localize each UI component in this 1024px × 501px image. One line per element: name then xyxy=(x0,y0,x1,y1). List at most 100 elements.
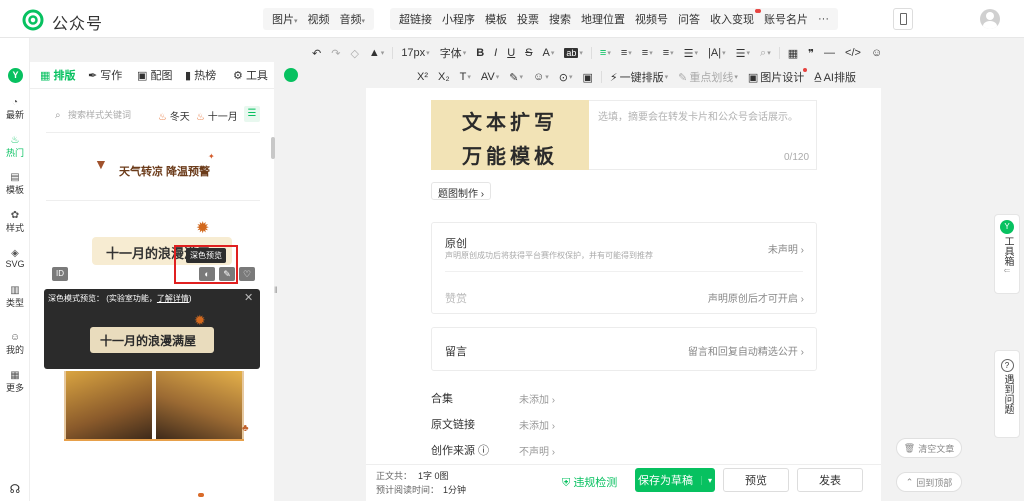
strikethrough-button[interactable]: S xyxy=(520,47,537,59)
brush-button[interactable]: ✎ ▾ xyxy=(504,71,528,84)
id-badge[interactable]: ID xyxy=(52,267,68,281)
tag-november[interactable]: ♨ 十一月 xyxy=(196,108,238,123)
divider-icon[interactable]: — xyxy=(819,47,840,59)
font-color-button[interactable]: A ▾ xyxy=(538,47,560,59)
menu-qa[interactable]: 问答 xyxy=(673,11,705,27)
save-draft-button[interactable]: 保存为草稿 ▾ xyxy=(635,468,715,492)
font-family-select[interactable]: 字体 ▾ xyxy=(435,45,472,61)
paragraph-spacing-button[interactable]: ☰ ▾ xyxy=(679,47,703,60)
avatar[interactable] xyxy=(980,9,1000,29)
publish-button[interactable]: 发表 xyxy=(797,468,863,492)
nav-svg[interactable]: ◈ SVG xyxy=(0,248,30,269)
shape-button[interactable]: ⊙ ▾ xyxy=(554,71,578,84)
nav-mine[interactable]: ☺ 我的 xyxy=(0,332,30,356)
sticker-button[interactable]: ☺ ▾ xyxy=(528,71,554,83)
table-icon[interactable]: ▦ xyxy=(783,47,803,60)
image-design-button[interactable]: ▣ 图片设计 xyxy=(743,68,809,85)
find-replace-button[interactable]: ⌕ ▾ xyxy=(755,47,776,60)
menu-search[interactable]: 搜索 xyxy=(544,11,576,27)
nav-latest[interactable]: ◔ 最新 xyxy=(0,97,30,121)
highlight-underline-button[interactable]: ✎ 重点划线 ▾ xyxy=(673,69,743,85)
style-card-3[interactable]: ♣ xyxy=(46,369,260,449)
quote-icon[interactable]: ❞ xyxy=(803,47,819,60)
emoji-icon[interactable]: ☺ xyxy=(866,47,887,59)
char-spacing-button[interactable]: AV ▾ xyxy=(476,71,504,83)
nav-style[interactable]: ✿ 样式 xyxy=(0,210,30,234)
toolbox-panel[interactable]: Y 工具箱 ⇐ xyxy=(994,214,1020,294)
eraser-icon[interactable]: ◇ xyxy=(345,47,363,60)
help-panel[interactable]: ? 遇到问题 xyxy=(994,350,1020,438)
italic-button[interactable]: I xyxy=(489,47,502,59)
undo-icon[interactable]: ↶ xyxy=(307,47,326,60)
toggle-switch[interactable] xyxy=(284,68,298,82)
menu-template[interactable]: 模板 xyxy=(480,11,512,27)
align-left-button[interactable]: ≡ ▾ xyxy=(595,47,616,59)
menu-image[interactable]: 图片▾ xyxy=(267,11,303,27)
menu-channels[interactable]: 视频号 xyxy=(630,11,673,27)
gift-icon[interactable]: ▣ xyxy=(577,71,597,84)
search-input[interactable]: 搜索样式关键词 xyxy=(68,103,168,125)
nav-template[interactable]: ▤ 模板 xyxy=(0,172,30,196)
cover-image[interactable]: 文本扩写 万能模板 xyxy=(431,100,589,170)
menu-video[interactable]: 视频 xyxy=(303,11,335,27)
field-source-value[interactable]: 不声明 › xyxy=(519,443,555,458)
nav-more[interactable]: ▦ 更多 xyxy=(0,370,30,394)
preview-button[interactable]: 预览 xyxy=(723,468,789,492)
font-size-select[interactable]: 17px ▾ xyxy=(396,47,434,59)
text-border-button[interactable]: T ▾ xyxy=(455,71,476,83)
reward-status[interactable]: 声明原创后才可开启 › xyxy=(680,290,804,305)
tab-layout[interactable]: ▦ 排版 xyxy=(40,67,75,83)
tab-tools[interactable]: ⚙ 工具 xyxy=(233,67,268,83)
headset-icon[interactable]: ☊ xyxy=(0,482,30,496)
learn-more-link[interactable]: 了解详情 xyxy=(157,294,189,303)
align-center-button[interactable]: ≡ ▾ xyxy=(616,47,637,59)
autumn-photo-2 xyxy=(156,371,244,439)
superscript-button[interactable]: X² xyxy=(412,71,433,83)
violation-check[interactable]: ⛨ 违规检测 xyxy=(562,474,617,490)
one-click-layout-button[interactable]: ⚡ 一键排版 ▾ xyxy=(605,69,673,85)
bold-button[interactable]: B xyxy=(471,47,489,59)
ai-layout-button[interactable]: A̲ AI排版 xyxy=(809,69,861,85)
clear-article-button[interactable]: 🗑 清空文章 xyxy=(896,438,962,458)
original-sub: 声明原创成功后将获得平台赛作权保护，并有可能得到推荐 xyxy=(445,251,653,260)
style-card-1[interactable]: ▼ 天气转凉 降温预警 ✦ xyxy=(46,138,260,194)
comment-status[interactable]: 留言和回复自动精选公开 › xyxy=(660,343,804,358)
list-view-icon[interactable]: ☰ xyxy=(244,106,260,122)
nav-type[interactable]: ▥ 类型 xyxy=(0,285,30,309)
original-status[interactable]: 未声明 › xyxy=(740,241,804,256)
field-collection-value[interactable]: 未添加 › xyxy=(519,391,555,406)
underline-button[interactable]: U xyxy=(502,47,520,59)
highlight-button[interactable]: ab ▾ xyxy=(559,48,588,58)
redo-icon[interactable]: ↷ xyxy=(326,47,345,60)
line-height-button[interactable]: ≡ ▾ xyxy=(658,47,679,59)
menu-more[interactable]: ··· xyxy=(813,13,834,25)
menu-account-card[interactable]: 账号名片 xyxy=(757,9,813,27)
letter-spacing-button[interactable]: |A| ▾ xyxy=(703,47,731,59)
menu-audio[interactable]: 音频▾ xyxy=(335,11,371,27)
phone-preview-icon[interactable] xyxy=(893,8,913,30)
tag-winter[interactable]: ♨ 冬天 xyxy=(158,108,190,123)
field-link-value[interactable]: 未添加 › xyxy=(519,417,555,432)
menu-monetize[interactable]: 收入变现 xyxy=(705,9,759,27)
menu-vote[interactable]: 投票 xyxy=(512,11,544,27)
tab-image[interactable]: ▣ 配图 xyxy=(137,67,172,83)
code-icon[interactable]: </> xyxy=(840,47,866,59)
close-icon[interactable]: ✕ xyxy=(244,291,253,304)
format-painter-icon[interactable]: ▲ ▾ xyxy=(364,47,389,59)
tab-writing[interactable]: ✒ 写作 xyxy=(88,67,122,83)
menu-miniprogram[interactable]: 小程序 xyxy=(437,11,480,27)
collapse-handle-icon[interactable]: ‖ xyxy=(274,285,279,307)
menu-hyperlink[interactable]: 超链接 xyxy=(394,11,437,27)
list-button[interactable]: ☰ ▾ xyxy=(731,47,755,60)
nav-hot[interactable]: ♨ 热门 xyxy=(0,135,30,159)
favorite-icon[interactable]: ♡ xyxy=(239,267,255,281)
card-banner-1: 天气转凉 降温预警 xyxy=(119,166,211,178)
cover-make-button[interactable]: 题图制作 › xyxy=(431,182,492,200)
style-card-2[interactable]: ✹ 十一月的浪漫满屋 ID ◐ ✎ ♡ xyxy=(46,202,260,284)
panel-scrollbar[interactable] xyxy=(271,137,275,159)
subscript-button[interactable]: X₂ xyxy=(433,71,455,83)
indent-button[interactable]: ≡ ▾ xyxy=(637,47,658,59)
back-to-top-button[interactable]: ⌃ 回到顶部 xyxy=(896,472,962,492)
menu-location[interactable]: 地理位置 xyxy=(576,11,630,27)
tab-hotlist[interactable]: ▮ 热榜 xyxy=(185,67,216,83)
